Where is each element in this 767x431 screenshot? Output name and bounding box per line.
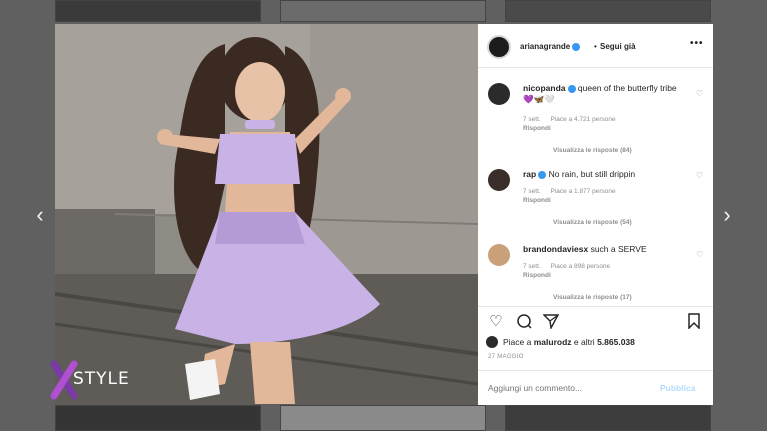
heart-icon[interactable]: ♡ <box>696 250 703 259</box>
post-actions-bar: ♡ <box>478 306 713 334</box>
comment-text: rap No rain, but still drippin <box>523 169 688 180</box>
follow-button[interactable]: Segui già <box>600 42 636 51</box>
verified-badge-icon <box>572 42 581 51</box>
more-options-icon[interactable]: ••• <box>690 38 704 49</box>
heart-icon[interactable]: ♡ <box>486 313 506 331</box>
comment-text: brandondaviesx such a SERVE <box>523 244 688 255</box>
comment-avatar[interactable] <box>488 83 510 105</box>
likes-summary: Piace a malurodz e altri 5.865.038 <box>486 336 711 350</box>
comment-icon-svg <box>517 314 532 329</box>
grid-thumbnail[interactable] <box>280 405 486 431</box>
heart-icon[interactable]: ♡ <box>696 89 703 98</box>
comment-avatar[interactable] <box>488 244 510 266</box>
verified-badge-icon <box>538 170 547 179</box>
comment-username[interactable]: rap <box>523 169 536 179</box>
comments-list: nicopanda queen of the butterfly tribe 💜… <box>478 69 713 304</box>
header-separator: • <box>594 42 597 51</box>
grid-thumbnail[interactable] <box>55 0 261 22</box>
comment-avatar[interactable] <box>488 169 510 191</box>
share-icon-svg <box>542 314 560 331</box>
comment-body: No rain, but still drippin <box>548 169 636 179</box>
chevron-right-icon[interactable]: › <box>717 203 737 227</box>
comment-time[interactable]: 7 sett. <box>523 116 541 123</box>
post-header: arianagrande • Segui già ••• <box>478 24 713 68</box>
likes-prefix: Piace a <box>503 337 532 347</box>
reply-button[interactable]: Rispondi <box>523 272 551 279</box>
comment-username[interactable]: nicopanda <box>523 83 566 93</box>
comment-meta: 7 sett. Piace a 898 persone <box>523 263 618 270</box>
comment-input[interactable] <box>488 383 648 393</box>
grid-thumbnail[interactable] <box>505 405 711 431</box>
post-photo <box>55 24 478 405</box>
comment-time[interactable]: 7 sett. <box>523 263 541 270</box>
comment-meta: 7 sett. Piace a 4.721 persone <box>523 116 624 123</box>
grid-thumbnail[interactable] <box>280 0 486 22</box>
comment-meta: 7 sett. Piace a 1.877 persone <box>523 188 624 195</box>
comment-likes[interactable]: Piace a 1.877 persone <box>551 188 616 195</box>
reply-button[interactable]: Rispondi <box>523 125 551 132</box>
view-replies-button[interactable]: Visualizza le risposte (17) <box>553 294 632 301</box>
liker-avatar[interactable] <box>486 336 498 348</box>
liker-username[interactable]: malurodz <box>534 337 572 347</box>
post-image <box>55 24 478 405</box>
comment-text: nicopanda queen of the butterfly tribe 💜… <box>523 83 688 105</box>
bookmark-icon[interactable] <box>684 313 704 331</box>
likes-middle: e altri <box>573 337 595 347</box>
grid-thumbnail[interactable] <box>55 405 261 431</box>
logo-text: STYLE <box>73 369 130 389</box>
post-side-panel: arianagrande • Segui già ••• nicopanda q… <box>478 24 713 405</box>
grid-thumbnail[interactable] <box>505 0 711 22</box>
post-date[interactable]: 27 MAGGIO <box>488 354 524 360</box>
comment-likes[interactable]: Piace a 898 persone <box>551 263 611 270</box>
reply-button[interactable]: Rispondi <box>523 197 551 204</box>
comment-likes[interactable]: Piace a 4.721 persone <box>551 116 616 123</box>
publish-button[interactable]: Pubblica <box>660 383 695 393</box>
heart-icon[interactable]: ♡ <box>696 171 703 180</box>
chevron-left-icon[interactable]: ‹ <box>30 203 50 227</box>
comment-icon[interactable] <box>514 313 534 331</box>
author-avatar[interactable] <box>487 35 511 59</box>
comment-body: such a SERVE <box>590 244 647 254</box>
view-replies-button[interactable]: Visualizza le risposte (84) <box>553 147 632 154</box>
view-replies-button[interactable]: Visualizza le risposte (54) <box>553 219 632 226</box>
share-icon[interactable] <box>541 313 561 331</box>
channel-logo: STYLE <box>50 360 150 400</box>
author-username-text[interactable]: arianagrande <box>520 42 570 51</box>
comment-time[interactable]: 7 sett. <box>523 188 541 195</box>
verified-badge-icon <box>567 84 576 93</box>
likes-count[interactable]: 5.865.038 <box>597 337 635 347</box>
likes-text: Piace a malurodz e altri 5.865.038 <box>503 337 635 347</box>
author-username[interactable]: arianagrande <box>520 42 581 51</box>
add-comment-bar: Pubblica <box>478 370 713 405</box>
comment-username[interactable]: brandondaviesx <box>523 244 588 254</box>
bookmark-icon-svg <box>688 313 700 330</box>
